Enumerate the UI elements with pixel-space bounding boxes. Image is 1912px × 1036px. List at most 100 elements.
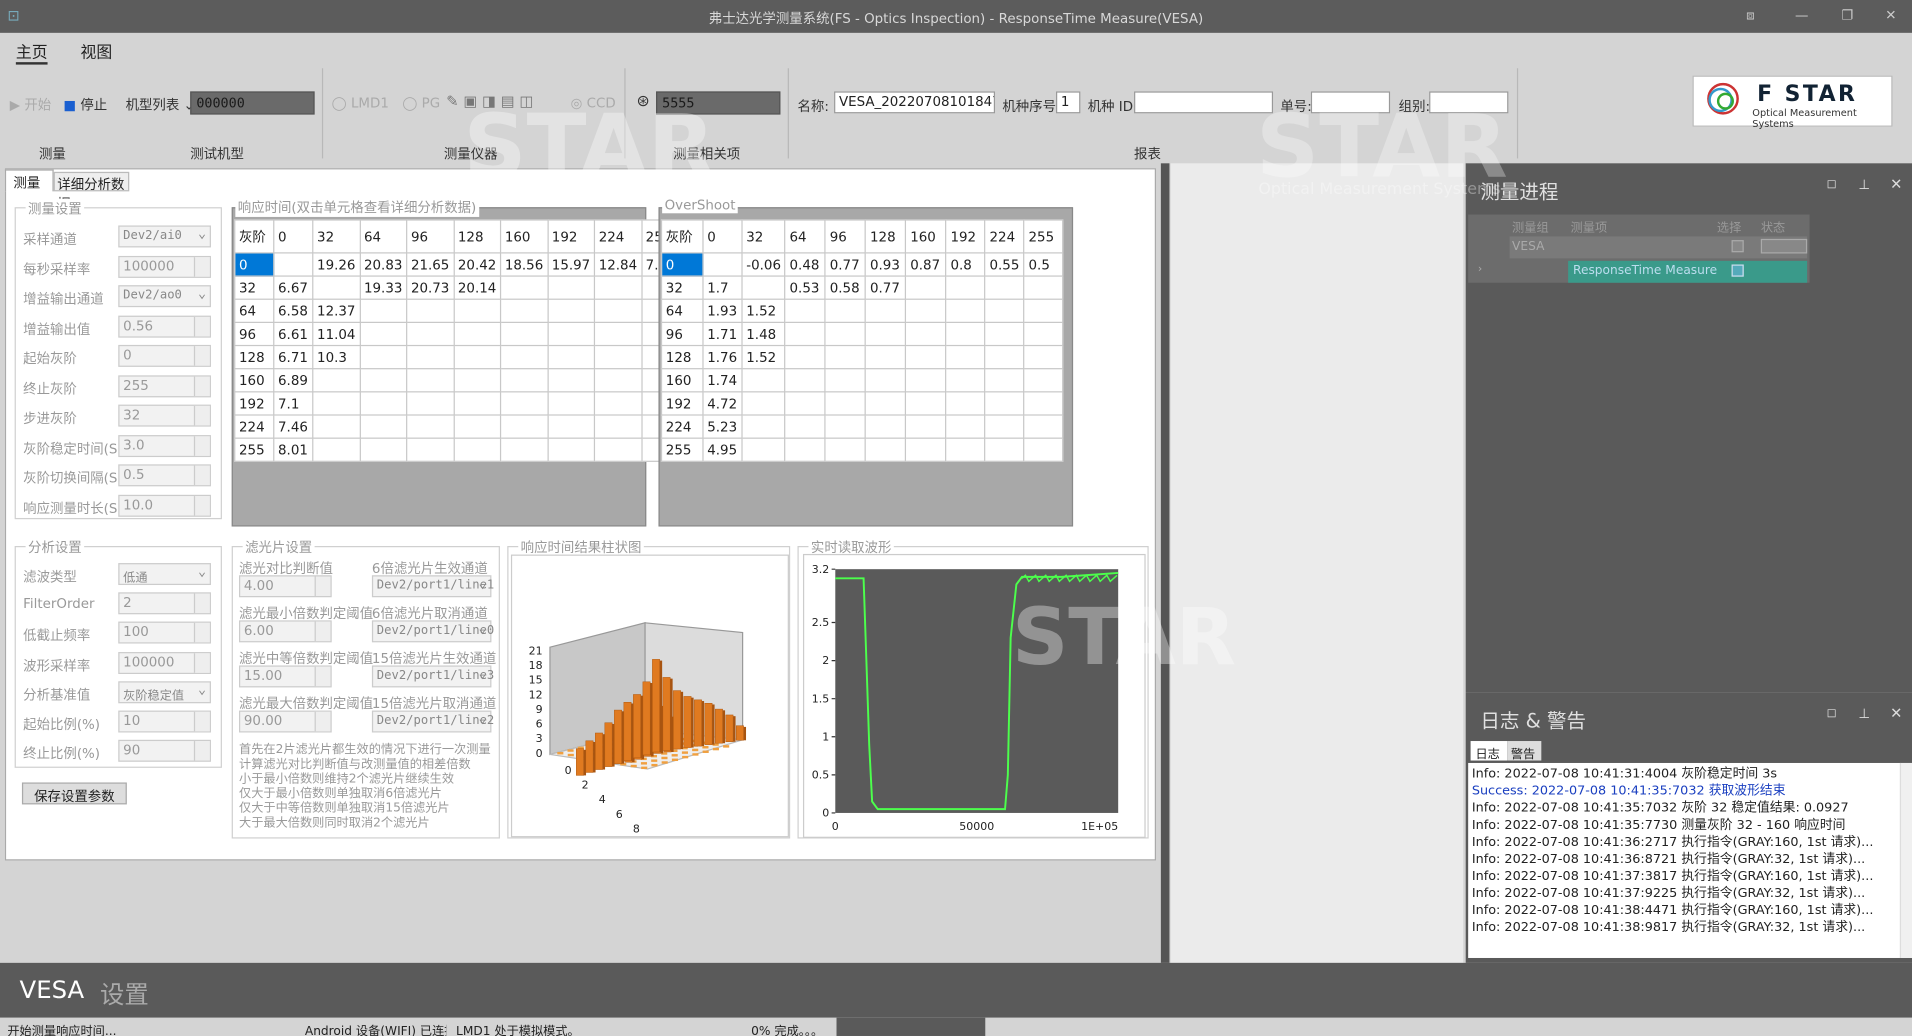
setting-spinner[interactable]: 0 <box>118 344 211 367</box>
table-cell[interactable] <box>865 298 907 323</box>
setting-spinner[interactable]: 2 <box>118 592 211 615</box>
lmd1-device[interactable]: ◯ LMD1 <box>332 95 389 111</box>
model-id-input[interactable] <box>1134 91 1274 114</box>
table-cell[interactable] <box>1023 391 1064 416</box>
row-checkbox[interactable] <box>1731 240 1744 253</box>
table-cell[interactable] <box>546 414 596 439</box>
table-cell[interactable]: 0.55 <box>984 252 1025 277</box>
table-row[interactable]: ResponseTime Measure <box>1568 260 1808 283</box>
table-row[interactable]: 32 1.7 0.53 0.58 0.77 <box>660 275 1064 300</box>
table-cell[interactable]: 1.74 <box>702 368 743 393</box>
table-cell[interactable] <box>905 368 947 393</box>
table-cell[interactable]: 6.71 <box>273 344 314 370</box>
table-cell[interactable] <box>865 368 907 393</box>
table-cell[interactable] <box>453 368 502 393</box>
setting-spinner[interactable]: 100 <box>118 622 211 645</box>
table-cell[interactable] <box>406 321 455 347</box>
table-row[interactable]: 255 8.01 <box>234 437 682 462</box>
splitter[interactable] <box>1160 163 1169 963</box>
table-cell[interactable]: 20.83 <box>359 252 408 277</box>
table-cell[interactable] <box>824 437 867 462</box>
table-cell[interactable]: 21.65 <box>406 252 455 277</box>
table-cell[interactable] <box>546 275 596 300</box>
table-cell[interactable]: 255 <box>234 437 275 462</box>
table-cell[interactable]: 20.73 <box>406 275 455 300</box>
table-cell[interactable] <box>359 344 408 370</box>
save-settings-button[interactable]: 保存设置参数 <box>21 782 127 805</box>
table-cell[interactable] <box>784 437 827 462</box>
table-cell[interactable] <box>499 344 549 370</box>
table-cell[interactable] <box>499 414 549 439</box>
table-cell[interactable] <box>945 344 986 370</box>
table-cell[interactable] <box>984 368 1025 393</box>
table-cell[interactable] <box>945 298 986 323</box>
table-cell[interactable]: 18.56 <box>499 252 549 277</box>
table-cell[interactable]: 192 <box>660 391 704 416</box>
table-cell[interactable]: 0.8 <box>945 252 986 277</box>
table-cell[interactable] <box>593 414 643 439</box>
table-cell[interactable] <box>984 344 1025 370</box>
table-cell[interactable] <box>499 391 549 416</box>
setting-spinner[interactable]: 10.0 <box>118 494 211 517</box>
table-cell[interactable] <box>499 275 549 300</box>
table-cell[interactable] <box>741 368 786 393</box>
table-cell[interactable] <box>359 321 408 347</box>
table-cell[interactable] <box>406 298 455 323</box>
model-list-dropdown[interactable]: 机型列表 ⌄ <box>126 95 195 115</box>
table-cell[interactable] <box>546 437 596 462</box>
table-cell[interactable] <box>273 252 314 277</box>
table-cell[interactable]: 1.7 <box>702 275 743 300</box>
setting-combo[interactable]: 低通 <box>118 563 211 586</box>
table-cell[interactable] <box>984 275 1025 300</box>
pg-device[interactable]: ◯ PG <box>402 95 440 111</box>
table-cell[interactable] <box>312 368 361 393</box>
expand-icon[interactable]: › <box>1478 263 1482 275</box>
filter-spinner[interactable]: 15.00 <box>239 665 332 688</box>
log-scrollbar[interactable] <box>1899 762 1912 958</box>
table-cell[interactable]: 5.23 <box>702 414 743 439</box>
table-cell[interactable] <box>359 298 408 323</box>
table-cell[interactable] <box>499 368 549 393</box>
table-row[interactable]: 64 1.93 1.52 <box>660 298 1064 323</box>
filter-spinner[interactable]: 4.00 <box>239 575 332 598</box>
table-row[interactable]: 224 5.23 <box>660 414 1064 439</box>
table-cell[interactable] <box>824 344 867 370</box>
table-cell[interactable]: 0.77 <box>865 275 907 300</box>
setting-combo[interactable]: 灰阶稳定值 <box>118 681 211 703</box>
table-cell[interactable] <box>824 368 867 393</box>
table-cell[interactable] <box>406 414 455 439</box>
layout-icon[interactable]: ⧈ <box>1746 7 1755 24</box>
setting-combo[interactable]: Dev2/ai0 <box>118 225 211 248</box>
table-cell[interactable] <box>905 437 947 462</box>
table-cell[interactable] <box>406 344 455 370</box>
table-row[interactable]: 96 6.61 11.04 <box>234 321 682 347</box>
table-cell[interactable]: 160 <box>660 368 704 393</box>
table-cell[interactable] <box>546 368 596 393</box>
setting-combo[interactable]: Dev2/ao0 <box>118 285 211 308</box>
progress-table[interactable]: 测量组 测量项 选择 状态 VESA ResponseTime Measure … <box>1468 214 1810 283</box>
ccd-device[interactable]: ◎ CCD <box>571 95 616 111</box>
table-cell[interactable]: 7.1 <box>273 391 314 416</box>
group-input[interactable] <box>1429 91 1509 114</box>
table-cell[interactable] <box>593 321 643 347</box>
table-cell[interactable] <box>865 414 907 439</box>
table-row[interactable]: 019.2620.8321.6520.4218.5615.9712.847.44 <box>234 252 682 277</box>
model-input[interactable]: 000000 <box>190 91 315 115</box>
minimize-icon[interactable]: — <box>1795 7 1808 23</box>
table-cell[interactable] <box>865 437 907 462</box>
table-cell[interactable] <box>984 391 1025 416</box>
table-cell[interactable]: 0.77 <box>824 252 867 277</box>
table-cell[interactable]: 12.37 <box>312 298 361 323</box>
table-cell[interactable] <box>1023 414 1064 439</box>
order-input[interactable] <box>1310 91 1391 114</box>
table-cell[interactable]: 12.84 <box>593 252 643 277</box>
table-cell[interactable] <box>453 321 502 347</box>
table-row[interactable]: 128 6.71 10.3 <box>234 344 682 370</box>
table-cell[interactable] <box>905 344 947 370</box>
table-row[interactable]: 64 6.58 12.37 <box>234 298 682 323</box>
stop-button[interactable]: ■ 停止 <box>63 95 107 115</box>
table-cell[interactable]: 7.46 <box>273 414 314 439</box>
table-cell[interactable] <box>784 414 827 439</box>
table-cell[interactable] <box>945 391 986 416</box>
table-cell[interactable] <box>359 391 408 416</box>
